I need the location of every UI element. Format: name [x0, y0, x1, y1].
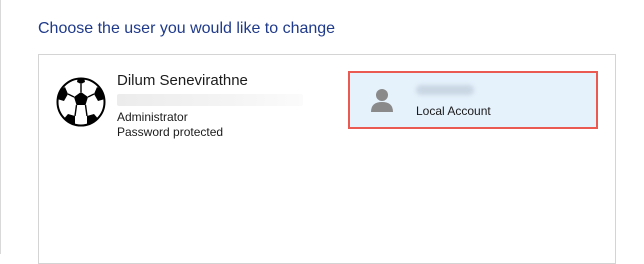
- user-name: Dilum Senevirathne: [117, 72, 248, 89]
- redacted-user-name: [416, 85, 474, 95]
- user-tile-local-account[interactable]: Local Account: [348, 71, 598, 129]
- redacted-email: [117, 94, 303, 106]
- user-tile-dilum[interactable]: Dilum Senevirathne Administrator Passwor…: [53, 67, 307, 139]
- window-edge: [0, 0, 1, 254]
- user-role: Administrator: [117, 110, 188, 124]
- soccer-ball-icon: [56, 77, 106, 127]
- user-silhouette-icon: [371, 89, 393, 112]
- page-heading: Choose the user you would like to change: [38, 20, 336, 37]
- user-list-panel: Dilum Senevirathne Administrator Passwor…: [38, 54, 616, 264]
- account-type: Local Account: [416, 104, 491, 118]
- user-security: Password protected: [117, 125, 224, 139]
